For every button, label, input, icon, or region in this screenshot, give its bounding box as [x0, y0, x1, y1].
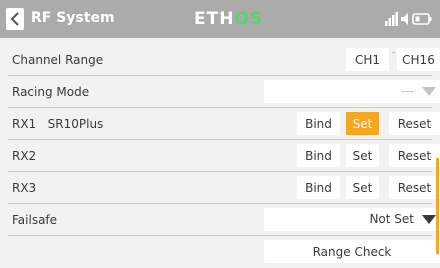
speaker-icon: [401, 13, 408, 25]
racing-mode-dropdown[interactable]: ---: [264, 80, 440, 103]
channel-range-row: Channel Range CH1 - CH16: [8, 44, 440, 76]
signal-bars-icon: [385, 12, 398, 26]
rx3-row: RX3 Bind Set Reset: [8, 172, 440, 204]
rx1-receiver-name: SR10Plus: [47, 117, 104, 131]
caret-down-icon: [422, 215, 436, 224]
rx1-label: RX1 SR10Plus: [12, 117, 104, 131]
header-bar: RF System ETH OS: [0, 0, 440, 38]
battery-icon: [412, 13, 432, 25]
rx3-bind-button[interactable]: Bind: [297, 176, 340, 199]
failsafe-dropdown[interactable]: Not Set: [264, 208, 440, 231]
failsafe-row: Failsafe Not Set: [8, 204, 440, 236]
rx3-set-button[interactable]: Set: [346, 176, 379, 199]
failsafe-label: Failsafe: [12, 213, 58, 227]
rx1-reset-button[interactable]: Reset: [389, 112, 440, 135]
rx2-bind-button[interactable]: Bind: [297, 144, 340, 167]
failsafe-value: Not Set: [369, 212, 414, 226]
back-button[interactable]: [6, 8, 24, 30]
brand-logo: ETH OS: [194, 9, 264, 29]
channel-start-button[interactable]: CH1: [346, 48, 389, 71]
range-check-row: Range Check: [8, 236, 440, 268]
page-title: RF System: [31, 10, 115, 26]
rx2-set-button[interactable]: Set: [346, 144, 379, 167]
rx2-label: RX2: [12, 149, 37, 163]
caret-down-icon: [422, 87, 436, 96]
rx2-reset-button[interactable]: Reset: [389, 144, 440, 167]
rx1-row: RX1 SR10Plus Bind Set Reset: [8, 108, 440, 140]
racing-mode-label: Racing Mode: [12, 85, 90, 99]
scrollbar[interactable]: [436, 158, 439, 254]
channel-range-separator: -: [392, 48, 396, 58]
rx3-reset-button[interactable]: Reset: [389, 176, 440, 199]
range-check-button[interactable]: Range Check: [264, 240, 440, 263]
back-arrow-icon: [10, 12, 19, 26]
channel-end-button[interactable]: CH16: [397, 48, 440, 71]
racing-mode-row: Racing Mode ---: [8, 76, 440, 108]
rx3-label: RX3: [12, 181, 37, 195]
rx1-bind-button[interactable]: Bind: [297, 112, 340, 135]
racing-mode-value: ---: [401, 84, 414, 98]
channel-range-label: Channel Range: [12, 53, 104, 67]
status-icons: [385, 12, 432, 26]
rx2-row: RX2 Bind Set Reset: [8, 140, 440, 172]
rx1-set-button[interactable]: Set: [346, 112, 379, 135]
